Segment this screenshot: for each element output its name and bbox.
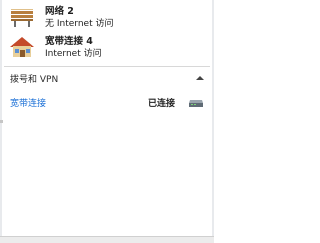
network-name: 网络 2: [45, 6, 74, 17]
modem-icon: [188, 97, 204, 109]
dialup-item-broadband[interactable]: 宽带连接 已连接: [6, 94, 208, 112]
dialup-name[interactable]: 宽带连接: [10, 96, 46, 109]
section-divider: [4, 66, 210, 67]
section-title: 拨号和 VPN: [10, 75, 59, 85]
dialup-status: 已连接: [148, 99, 176, 109]
network-flyout-panel: 网络 2 无 Internet 访问 宽带连接 4 Internet 访问 拨号…: [0, 0, 214, 243]
left-edge-marker: [0, 120, 3, 123]
network-item-broadband-4[interactable]: 宽带连接 4 Internet 访问: [6, 33, 206, 61]
network-status: Internet 访问: [45, 49, 102, 59]
house-network-icon: [8, 35, 36, 59]
bench-network-icon: [8, 5, 36, 29]
network-item-network-2[interactable]: 网络 2 无 Internet 访问: [6, 3, 206, 31]
bottom-edge: [0, 236, 214, 243]
chevron-up-icon[interactable]: [195, 74, 205, 82]
right-edge: [212, 0, 214, 243]
network-status: 无 Internet 访问: [45, 19, 114, 29]
network-name: 宽带连接 4: [45, 36, 93, 47]
